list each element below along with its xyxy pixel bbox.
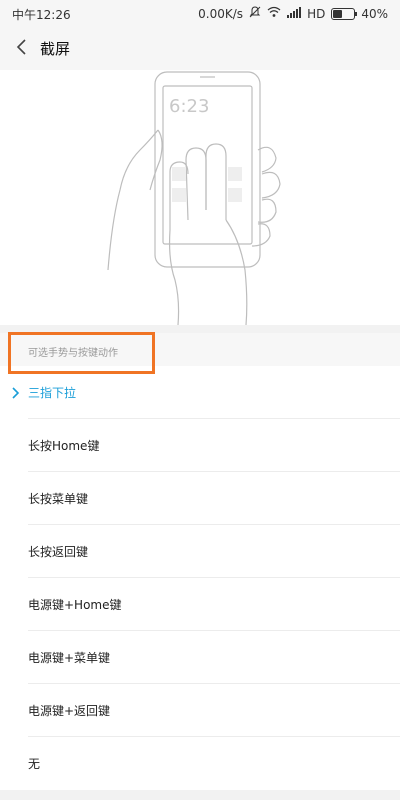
- gesture-options-list: 三指下拉 长按Home键 长按菜单键 长按返回键 电源键+Home键 电源键+菜…: [0, 366, 400, 790]
- section-header-label: 可选手势与按键动作: [28, 348, 118, 359]
- chevron-right-icon: [12, 387, 20, 399]
- section-divider: [0, 325, 400, 333]
- option-item[interactable]: 长按菜单键: [0, 472, 400, 525]
- option-label: 电源键+返回键: [28, 704, 111, 718]
- illustration-phone-time: 6:23: [169, 96, 209, 117]
- section-header: 可选手势与按键动作: [0, 333, 400, 366]
- net-speed: 0.00K/s: [198, 6, 244, 21]
- option-label: 无: [28, 757, 41, 771]
- bottom-spacer: [0, 790, 400, 800]
- option-label: 长按Home键: [28, 439, 100, 453]
- network-type: HD: [307, 6, 326, 21]
- battery-fill: [333, 9, 343, 18]
- signal-icon: [287, 6, 302, 21]
- wifi-icon: [267, 6, 281, 21]
- option-label: 长按返回键: [28, 545, 89, 559]
- option-item[interactable]: 无: [0, 737, 400, 790]
- chevron-left-icon: [16, 39, 26, 55]
- gesture-illustration: 6:23: [0, 70, 400, 326]
- three-finger-swipe-illustration: 6:23: [107, 71, 281, 326]
- bell-off-icon: [249, 6, 261, 21]
- option-item[interactable]: 电源键+Home键: [0, 578, 400, 631]
- option-label: 长按菜单键: [28, 492, 89, 506]
- option-item[interactable]: 电源键+菜单键: [0, 631, 400, 684]
- back-button[interactable]: [10, 35, 34, 59]
- title-bar: 截屏: [0, 25, 400, 70]
- option-item[interactable]: 长按返回键: [0, 525, 400, 578]
- option-label: 三指下拉: [28, 386, 77, 400]
- status-bar: 中午12:26 0.00K/s HD 40%: [0, 0, 400, 25]
- option-label: 电源键+菜单键: [28, 651, 111, 665]
- page-title: 截屏: [40, 40, 71, 58]
- option-item[interactable]: 电源键+返回键: [0, 684, 400, 737]
- status-icons: 0.00K/s HD 40%: [198, 6, 388, 21]
- option-item[interactable]: 长按Home键: [0, 419, 400, 472]
- battery-percent: 40%: [361, 6, 388, 21]
- option-item[interactable]: 三指下拉: [0, 366, 400, 419]
- option-label: 电源键+Home键: [28, 598, 122, 612]
- battery-icon: [331, 7, 358, 20]
- status-time: 中午12:26: [12, 8, 71, 22]
